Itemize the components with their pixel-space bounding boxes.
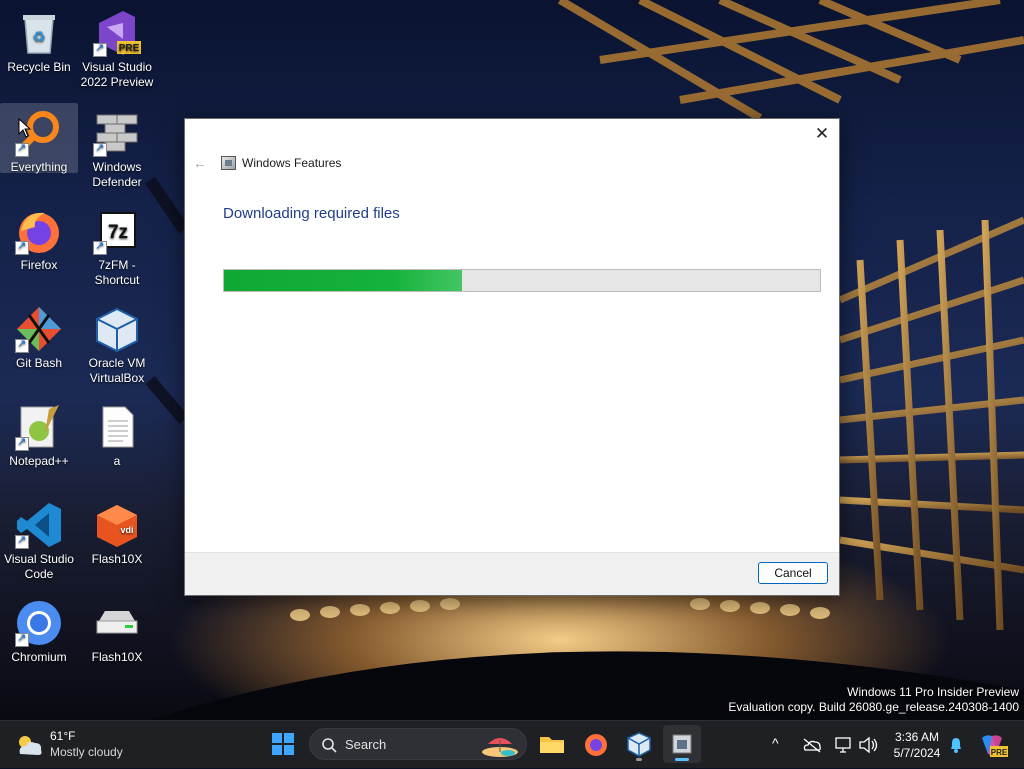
taskbar-firefox[interactable] xyxy=(577,725,615,763)
search-label: Search xyxy=(345,737,387,752)
text-file-icon xyxy=(93,403,141,451)
svg-text:PRE: PRE xyxy=(119,43,140,54)
weather-widget[interactable]: 61°F Mostly cloudy xyxy=(14,728,154,762)
desktop-icon-flash10x-drive[interactable]: Flash10X xyxy=(78,593,156,665)
chromium-icon xyxy=(15,599,63,647)
dialog-heading: Downloading required files xyxy=(223,205,400,222)
dialog-title: Windows Features xyxy=(242,156,342,170)
copilot-icon: PRE xyxy=(982,735,1008,757)
recycle-bin-icon: ♻ xyxy=(15,9,63,57)
vdi-cube-icon: vdi xyxy=(93,501,141,549)
firefox-icon xyxy=(585,734,607,756)
desktop-icon-label: Git Bash xyxy=(15,356,63,370)
chevron-up-icon: ^ xyxy=(772,735,779,751)
search-icon xyxy=(322,738,337,753)
drive-icon xyxy=(93,599,141,647)
desktop-icon-label: Oracle VM VirtualBox xyxy=(88,356,146,385)
desktop-icon-recycle-bin[interactable]: ♻ Recycle Bin xyxy=(0,3,78,75)
desktop-icon-label: Flash10X xyxy=(91,650,143,664)
watermark-line-2: Evaluation copy. Build 26080.ge_release.… xyxy=(728,700,1019,714)
7zip-icon: 7z xyxy=(93,207,141,255)
windows-features-icon xyxy=(221,156,236,170)
cloud-offline-icon xyxy=(803,738,821,753)
taskbar-virtualbox[interactable] xyxy=(620,725,658,763)
notepad-plus-plus-icon xyxy=(15,403,63,451)
speaker-icon xyxy=(859,736,878,754)
desktop-icon-label: 7zFM - Shortcut xyxy=(94,258,140,287)
shortcut-arrow-icon xyxy=(93,239,107,255)
desktop-icon-label: Everything xyxy=(10,160,68,174)
taskbar-windows-features[interactable] xyxy=(663,725,701,763)
weather-description: Mostly cloudy xyxy=(50,745,123,759)
desktop-icon-label: Recycle Bin xyxy=(7,60,71,74)
taskbar: 61°F Mostly cloudy Search ^ 3:36 AM 5/7/… xyxy=(0,720,1024,768)
weather-temperature: 61°F xyxy=(50,729,76,743)
svg-text:♻: ♻ xyxy=(32,29,45,46)
shortcut-arrow-icon xyxy=(15,239,29,255)
desktop-icon-label: Chromium xyxy=(11,650,67,664)
mouse-cursor-icon xyxy=(18,117,32,143)
shortcut-arrow-icon xyxy=(15,435,29,451)
desktop-icon-notepad-plus-plus[interactable]: Notepad++ xyxy=(0,397,78,469)
network-monitor-icon xyxy=(835,737,851,753)
system-clock[interactable]: 3:36 AM 5/7/2024 xyxy=(888,729,946,761)
evaluation-watermark: Windows 11 Pro Insider Preview Evaluatio… xyxy=(728,685,1019,715)
svg-text:PRE: PRE xyxy=(991,748,1008,757)
search-highlight-beach-icon xyxy=(482,738,518,757)
desktop-icon-firefox[interactable]: Firefox xyxy=(0,201,78,273)
taskbar-file-explorer[interactable] xyxy=(533,725,571,763)
taskbar-search-box[interactable]: Search xyxy=(309,728,527,760)
shortcut-arrow-icon xyxy=(93,41,107,57)
desktop-icon-label: Notepad++ xyxy=(9,454,69,468)
shortcut-arrow-icon xyxy=(15,141,29,157)
windows-logo-icon xyxy=(272,733,294,755)
svg-text:vdi: vdi xyxy=(120,525,133,535)
close-button[interactable]: ✕ xyxy=(811,123,833,145)
active-indicator xyxy=(675,758,689,761)
close-icon: ✕ xyxy=(814,124,830,143)
windows-features-dialog: ✕ ← Windows Features Downloading require… xyxy=(184,118,840,596)
desktop-icon-git-bash[interactable]: Git Bash xyxy=(0,299,78,371)
desktop-icon-windows-defender[interactable]: Windows Defender xyxy=(78,103,156,190)
desktop-icon-chromium[interactable]: Chromium xyxy=(0,593,78,665)
cloudy-weather-icon xyxy=(19,736,42,755)
desktop-icon-label: Visual Studio 2022 Preview xyxy=(80,60,154,89)
cancel-button[interactable]: Cancel xyxy=(758,562,828,584)
desktop-icon-label: Firefox xyxy=(20,258,58,272)
watermark-line-1: Windows 11 Pro Insider Preview xyxy=(847,685,1019,699)
desktop-icon-a[interactable]: a xyxy=(78,397,156,469)
start-button[interactable] xyxy=(264,725,302,763)
clock-date: 5/7/2024 xyxy=(893,746,941,760)
svg-text:7z: 7z xyxy=(108,222,128,243)
shortcut-arrow-icon xyxy=(15,533,29,549)
visual-studio-preview-icon: PRE xyxy=(93,9,141,57)
virtualbox-cube-icon xyxy=(93,305,141,353)
back-arrow-icon: ← xyxy=(193,155,207,171)
desktop-icon-flash10x-vdi[interactable]: vdi Flash10X xyxy=(78,495,156,567)
shortcut-arrow-icon xyxy=(93,141,107,157)
brick-wall-icon xyxy=(93,109,141,157)
desktop-icon-7zfm-shortcut[interactable]: 7z 7zFM - Shortcut xyxy=(78,201,156,288)
bell-icon xyxy=(951,738,961,753)
shortcut-arrow-icon xyxy=(15,631,29,647)
vscode-icon xyxy=(15,501,63,549)
dialog-footer: Cancel xyxy=(185,552,839,595)
folder-icon xyxy=(540,737,564,753)
clock-time: 3:36 AM xyxy=(894,730,940,744)
download-progress-bar xyxy=(223,269,821,292)
running-indicator xyxy=(636,758,642,761)
desktop-icon-everything[interactable]: Everything xyxy=(0,103,78,174)
desktop-icon-oracle-vm-virtualbox[interactable]: Oracle VM VirtualBox xyxy=(78,299,156,386)
desktop-icon-label: Flash10X xyxy=(91,552,143,566)
progress-fill xyxy=(224,270,463,291)
shortcut-arrow-icon xyxy=(15,337,29,353)
desktop-icon-visual-studio-2022-preview[interactable]: PRE Visual Studio 2022 Preview xyxy=(78,3,156,90)
git-bash-icon xyxy=(15,305,63,353)
desktop-icon-label: Visual Studio Code xyxy=(4,552,74,581)
desktop-icon-label: Windows Defender xyxy=(92,160,142,189)
firefox-icon xyxy=(15,207,63,255)
desktop-icon-visual-studio-code[interactable]: Visual Studio Code xyxy=(0,495,78,582)
back-button[interactable]: ← xyxy=(193,155,207,171)
desktop-icon-label: a xyxy=(113,454,121,468)
